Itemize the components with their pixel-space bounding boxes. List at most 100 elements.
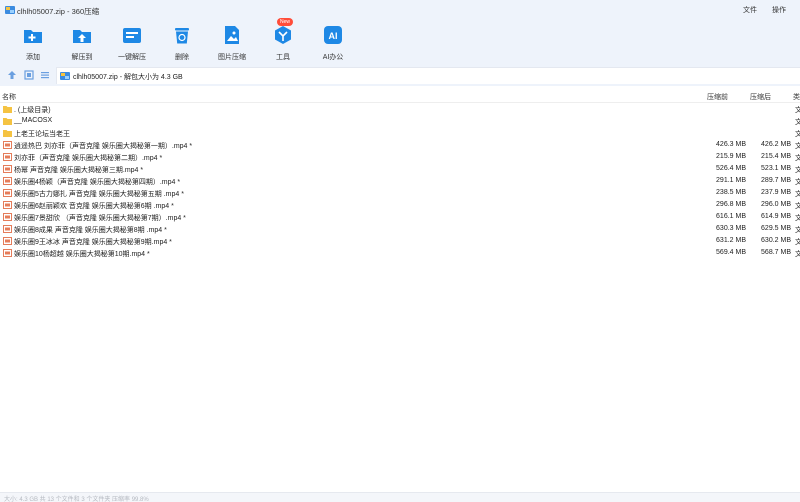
column-header: 名称 压缩前 压缩后 类: [0, 89, 800, 103]
ai-office-button[interactable]: AI AI办公: [311, 22, 355, 62]
video-file-icon: [3, 201, 12, 209]
image-compress-icon: [225, 26, 239, 44]
archive-path: clhlh05007.zip - 解包大小为 4.3 GB: [73, 74, 183, 81]
original-size: 568.7 MB: [761, 249, 791, 256]
one-click-extract-icon: [123, 28, 141, 43]
add-label: 添加: [26, 54, 40, 61]
compressed-size: 296.8 MB: [716, 201, 746, 208]
path-field[interactable]: clhlh05007.zip - 解包大小为 4.3 GB: [56, 67, 800, 84]
folder-icon: [3, 130, 12, 137]
extract-to-label: 解压到: [71, 54, 93, 61]
add-icon: [24, 30, 42, 43]
tools-label: 工具: [276, 54, 290, 61]
file-type: 文: [795, 107, 800, 114]
add-button[interactable]: 添加: [11, 22, 55, 62]
original-size: 215.4 MB: [761, 153, 791, 160]
menu-file[interactable]: 文件: [743, 5, 757, 15]
extract-to-button[interactable]: 解压到: [60, 22, 104, 62]
file-type: 文: [795, 191, 800, 198]
folder-icon: [3, 106, 12, 113]
file-name: 娱乐圈7景甜欣 （声音克隆 娱乐圈大揭秘第7期）.mp4 *: [14, 215, 186, 222]
file-type: 文: [795, 143, 800, 150]
column-name[interactable]: 名称: [2, 92, 16, 102]
file-name: 娱乐圈8成果 声音克隆 娱乐圈大揭秘第8期 .mp4 *: [14, 227, 167, 234]
file-name: . (上级目录): [14, 107, 51, 114]
table-row[interactable]: __MACOSX 文: [0, 115, 800, 127]
ai-office-icon: AI: [324, 26, 342, 44]
up-level-icon[interactable]: [7, 70, 17, 80]
image-compress-button[interactable]: 图片压缩: [210, 22, 254, 62]
table-row[interactable]: 逍遥热巴 刘亦菲（声音克隆 娱乐圈大揭秘第一期）.mp4 * 426.3 MB 42…: [0, 139, 800, 151]
video-file-icon: [3, 249, 12, 257]
thumbnail-view-icon[interactable]: [24, 70, 34, 80]
table-row[interactable]: . (上级目录) 文: [0, 103, 800, 115]
file-name: 逍遥热巴 刘亦菲（声音克隆 娱乐圈大揭秘第一期）.mp4 *: [14, 143, 193, 150]
file-type: 文: [795, 227, 800, 234]
delete-label: 删除: [175, 54, 189, 61]
zip-file-icon: [60, 72, 70, 80]
file-type: 文: [795, 119, 800, 126]
video-file-icon: [3, 177, 12, 185]
column-compressed[interactable]: 压缩前: [707, 92, 728, 102]
file-name: 娱乐圈10杨超越 娱乐圈大揭秘第10期.mp4 *: [14, 251, 150, 258]
file-type: 文: [795, 167, 800, 174]
one-click-extract-label: 一键解压: [118, 54, 146, 61]
compressed-size: 630.3 MB: [716, 225, 746, 232]
compressed-size: 291.1 MB: [716, 177, 746, 184]
original-size: 614.9 MB: [761, 213, 791, 220]
video-file-icon: [3, 237, 12, 245]
original-size: 630.2 MB: [761, 237, 791, 244]
file-type: 文: [795, 251, 800, 258]
delete-button[interactable]: 删除: [160, 22, 204, 62]
new-badge: New: [277, 18, 294, 26]
original-size: 296.0 MB: [761, 201, 791, 208]
window-title: clhlh05007.zip - 360压缩: [17, 7, 100, 16]
tools-button[interactable]: New 工具: [261, 18, 305, 62]
compressed-size: 215.9 MB: [716, 153, 746, 160]
table-row[interactable]: 刘亦菲（声音克隆 娱乐圈大揭秘第二期）.mp4 * 215.9 MB 215.4 M…: [0, 151, 800, 163]
table-row[interactable]: 娱乐圈10杨超越 娱乐圈大揭秘第10期.mp4 * 569.4 MB 568.7 M…: [0, 247, 800, 259]
table-row[interactable]: 娱乐圈5古力娜扎 声音克隆 娱乐圈大揭秘第五期 .mp4 * 238.5 MB 23…: [0, 187, 800, 199]
file-type: 文: [795, 215, 800, 222]
file-name: 娱乐圈9王冰冰 声音克隆 娱乐圈大揭秘第9期.mp4 *: [14, 239, 172, 246]
table-row[interactable]: 娱乐圈6赵丽颖欢 音克隆 娱乐圈大揭秘第6期 .mp4 * 296.8 MB 296…: [0, 199, 800, 211]
delete-icon: [175, 28, 189, 44]
video-file-icon: [3, 225, 12, 233]
list-view-icon[interactable]: [40, 70, 50, 80]
column-original[interactable]: 压缩后: [750, 92, 771, 102]
compressed-size: 238.5 MB: [716, 189, 746, 196]
file-name: 上老王论坛当老王: [14, 131, 70, 138]
ai-office-label: AI办公: [322, 54, 344, 61]
file-type: 文: [795, 179, 800, 186]
status-text: 大小: 4.3 GB 共 13 个文件和 3 个文件夹 压缩率 99.8%: [4, 497, 149, 502]
file-name: 杨幂 声音克隆 娱乐圈大揭秘第三期.mp4 *: [14, 167, 144, 174]
app-logo-icon: [5, 6, 15, 14]
extract-to-icon: [73, 30, 91, 43]
compressed-size: 426.3 MB: [716, 141, 746, 148]
title-bar: clhlh05007.zip - 360压缩 文件 操作: [0, 0, 800, 20]
file-type: 文: [795, 155, 800, 162]
table-row[interactable]: 上老王论坛当老王 文: [0, 127, 800, 139]
file-name: 娱乐圈5古力娜扎 声音克隆 娱乐圈大揭秘第五期 .mp4 *: [14, 191, 184, 198]
menu-operate[interactable]: 操作: [772, 5, 786, 15]
original-size: 426.2 MB: [761, 141, 791, 148]
video-file-icon: [3, 153, 12, 161]
file-name: __MACOSX: [14, 117, 53, 124]
one-click-extract-button[interactable]: 一键解压: [110, 22, 154, 62]
file-list: . (上级目录) 文 __MACOSX 文上老王论坛当老王文逍遥热巴 刘亦菲（声音克隆…: [0, 103, 800, 259]
toolbar: 添加 解压到 一键解压 删除 图片压缩 New 工具 AI AI办公: [0, 18, 800, 64]
table-row[interactable]: 娱乐圈7景甜欣 （声音克隆 娱乐圈大揭秘第7期）.mp4 * 616.1 MB 61…: [0, 211, 800, 223]
video-file-icon: [3, 141, 12, 149]
file-name: 娱乐圈6赵丽颖欢 音克隆 娱乐圈大揭秘第6期 .mp4 *: [14, 203, 174, 210]
original-size: 523.1 MB: [761, 165, 791, 172]
tools-icon: [275, 26, 291, 44]
compressed-size: 526.4 MB: [716, 165, 746, 172]
column-type[interactable]: 类: [793, 92, 800, 102]
compressed-size: 631.2 MB: [716, 237, 746, 244]
table-row[interactable]: 杨幂 声音克隆 娱乐圈大揭秘第三期.mp4 * 526.4 MB 523.1 MB 文: [0, 163, 800, 175]
table-row[interactable]: 娱乐圈4杨颖（声音克隆 娱乐圈大揭秘第四期）.mp4 * 291.1 MB 289.…: [0, 175, 800, 187]
table-row[interactable]: 娱乐圈8成果 声音克隆 娱乐圈大揭秘第8期 .mp4 * 630.3 MB 629.…: [0, 223, 800, 235]
folder-icon: [3, 118, 12, 125]
image-compress-label: 图片压缩: [218, 54, 246, 61]
table-row[interactable]: 娱乐圈9王冰冰 声音克隆 娱乐圈大揭秘第9期.mp4 * 631.2 MB 630.…: [0, 235, 800, 247]
